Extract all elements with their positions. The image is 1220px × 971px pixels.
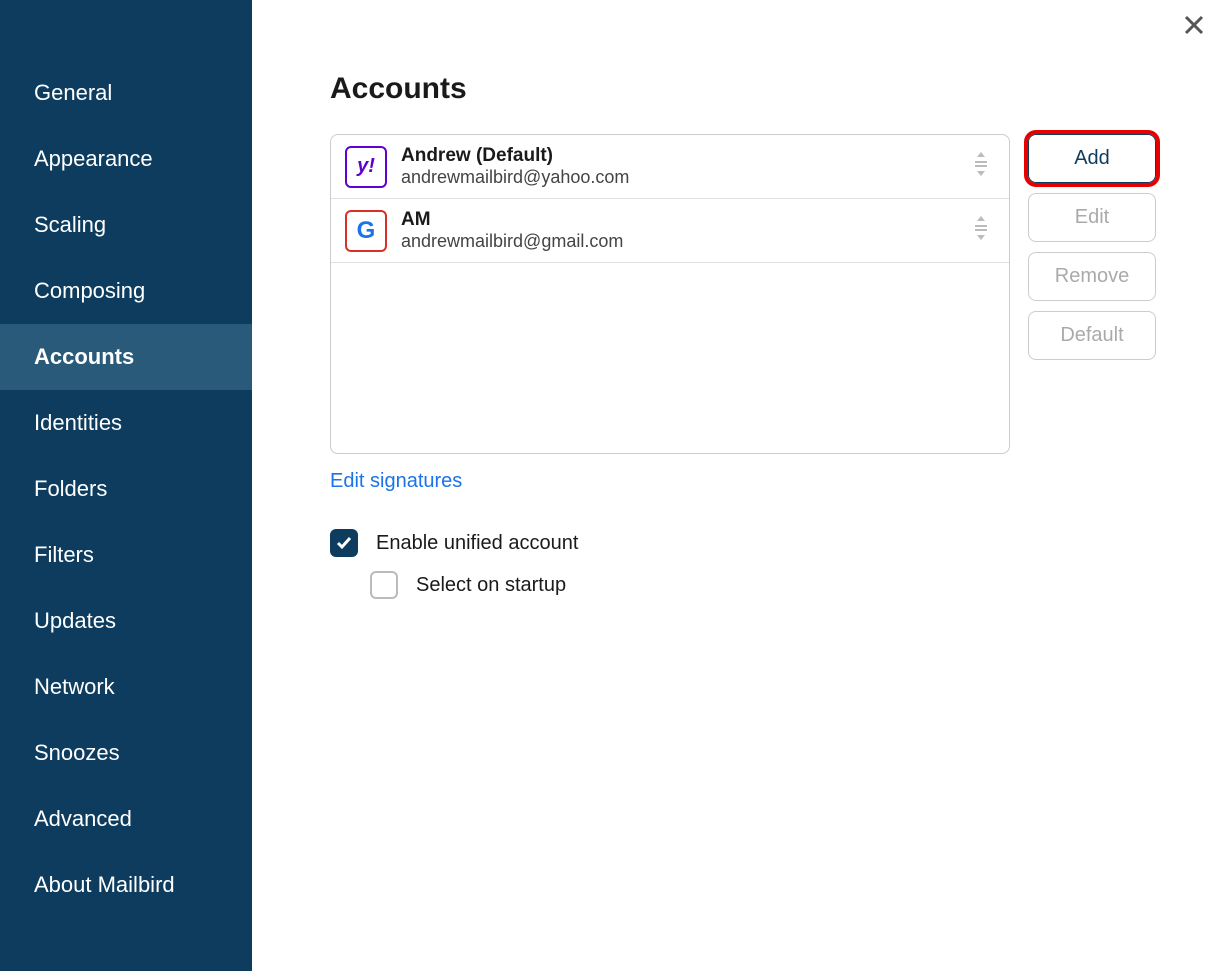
enable-unified-row: Enable unified account [330,529,1180,557]
select-on-startup-checkbox[interactable] [370,571,398,599]
sidebar-item-advanced[interactable]: Advanced [0,786,252,852]
account-name: Andrew (Default) [401,145,953,167]
select-on-startup-row: Select on startup [370,571,1180,599]
sidebar-item-network[interactable]: Network [0,654,252,720]
sidebar-item-about[interactable]: About Mailbird [0,852,252,918]
sidebar-item-identities[interactable]: Identities [0,390,252,456]
account-info: Andrew (Default) andrewmailbird@yahoo.co… [401,145,953,188]
sidebar-item-filters[interactable]: Filters [0,522,252,588]
close-button[interactable] [1180,8,1208,44]
account-name: AM [401,209,953,231]
add-button[interactable]: Add [1028,134,1156,183]
enable-unified-checkbox[interactable] [330,529,358,557]
sidebar-item-appearance[interactable]: Appearance [0,126,252,192]
account-row[interactable]: y! Andrew (Default) andrewmailbird@yahoo… [331,135,1009,199]
main-panel: Accounts y! Andrew (Default) andrewmailb… [252,0,1220,971]
select-on-startup-label: Select on startup [416,574,566,597]
yahoo-icon: y! [345,146,387,188]
sidebar-item-accounts[interactable]: Accounts [0,324,252,390]
close-icon [1184,15,1204,35]
drag-handle-icon[interactable] [967,150,995,183]
sidebar-item-folders[interactable]: Folders [0,456,252,522]
sidebar-item-updates[interactable]: Updates [0,588,252,654]
gmail-icon: G [345,210,387,252]
accounts-list: y! Andrew (Default) andrewmailbird@yahoo… [330,134,1010,454]
sidebar-item-scaling[interactable]: Scaling [0,192,252,258]
enable-unified-label: Enable unified account [376,532,578,555]
account-email: andrewmailbird@yahoo.com [401,167,953,188]
edit-button[interactable]: Edit [1028,193,1156,242]
default-button[interactable]: Default [1028,311,1156,360]
page-title: Accounts [330,72,1180,106]
account-email: andrewmailbird@gmail.com [401,231,953,252]
remove-button[interactable]: Remove [1028,252,1156,301]
drag-handle-icon[interactable] [967,214,995,247]
edit-signatures-link[interactable]: Edit signatures [330,470,462,493]
sidebar-item-general[interactable]: General [0,60,252,126]
account-info: AM andrewmailbird@gmail.com [401,209,953,252]
action-buttons: Add Edit Remove Default [1028,134,1156,360]
sidebar: General Appearance Scaling Composing Acc… [0,0,252,971]
sidebar-item-snoozes[interactable]: Snoozes [0,720,252,786]
account-row[interactable]: G AM andrewmailbird@gmail.com [331,199,1009,263]
sidebar-item-composing[interactable]: Composing [0,258,252,324]
check-icon [335,534,353,552]
